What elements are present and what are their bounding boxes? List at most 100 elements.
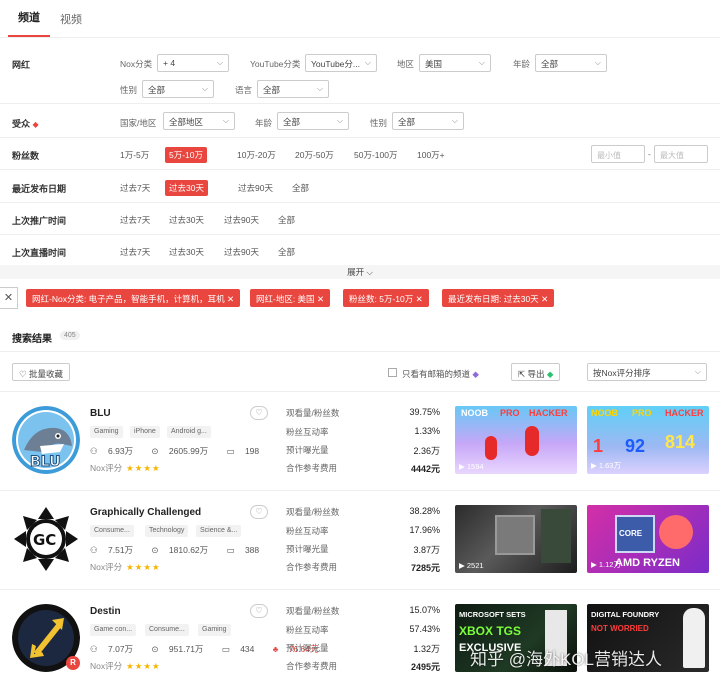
filter-chip-followers[interactable]: 粉丝数: 5万-10万 ✕: [343, 289, 429, 307]
email-only-checkbox[interactable]: [388, 368, 397, 377]
videos-stat: ▭ 388: [226, 545, 260, 555]
channel-name[interactable]: BLU: [90, 408, 111, 419]
metric-label: 观看量/粉丝数: [286, 507, 340, 517]
divider: [0, 103, 720, 104]
thumbnail-text: PRO: [632, 408, 652, 418]
registered-badge-icon: R: [66, 656, 80, 670]
last-live-option[interactable]: 过去7天: [120, 246, 150, 258]
metric-value: 4442元: [410, 464, 440, 474]
followers-option[interactable]: 10万-20万: [237, 149, 276, 161]
play-icon: ▶: [459, 462, 465, 471]
sort-select[interactable]: 按Nox评分排序 ⌵: [587, 363, 707, 381]
last-promo-option[interactable]: 全部: [278, 214, 295, 226]
results-count-badge: 405: [60, 331, 80, 340]
filter-chip-last-post[interactable]: 最近发布日期: 过去30天 ✕: [442, 289, 555, 307]
language-select[interactable]: 全部 ⌵: [257, 80, 329, 98]
filter-label-audience: 受众 ◆: [12, 119, 39, 129]
filter-label-last-promo: 上次推广时间: [12, 216, 67, 226]
svg-text:BLU: BLU: [30, 454, 60, 470]
chevron-down-icon: ⌵: [201, 84, 208, 93]
filter-panel: 网红 Nox分类 + 4 ⌵ YouTube分类 YouTube分... ⌵ 地区 …: [0, 39, 720, 264]
price-tag-icon: ♣: [272, 644, 279, 654]
channel-card[interactable]: BLU BLU ♡ Gaming iPhone Android g... ⚇ 6…: [0, 392, 720, 490]
last-live-option[interactable]: 过去30天: [169, 246, 204, 258]
channel-tag: Android g...: [167, 426, 211, 438]
thumbnail-text: NOT WORRIED: [591, 624, 649, 633]
export-button[interactable]: ⇱ 导出 ◆: [511, 363, 561, 381]
followers-option[interactable]: 100万+: [417, 149, 445, 161]
channel-card[interactable]: R Destin ♡ Game con... Consume... Gaming…: [0, 590, 720, 686]
video-thumbnail[interactable]: NOOB PRO HACKER 1 92 814 ▶ 1.63万: [587, 406, 709, 474]
youtube-category-select[interactable]: YouTube分... ⌵: [305, 54, 377, 72]
close-icon[interactable]: ✕: [317, 294, 324, 304]
audience-gender-label: 性别: [370, 118, 388, 128]
video-icon: ▭: [226, 446, 235, 456]
close-icon[interactable]: ✕: [227, 294, 234, 304]
video-thumbnail[interactable]: CORE AMD RYZEN ▶ 1.12万: [587, 505, 709, 573]
followers-max-input[interactable]: 最大值: [654, 145, 708, 163]
followers-option[interactable]: 50万-100万: [354, 149, 397, 161]
avatar[interactable]: GC: [12, 505, 80, 573]
channel-tag: iPhone: [130, 426, 160, 438]
audience-gender-select[interactable]: 全部 ⌵: [392, 112, 464, 130]
filter-label-followers: 粉丝数: [12, 151, 40, 161]
last-post-option[interactable]: 全部: [292, 182, 309, 194]
chevron-down-icon: ⌵: [364, 58, 371, 67]
heart-icon[interactable]: ♡: [250, 406, 268, 420]
channel-name[interactable]: Destin: [90, 606, 121, 617]
channel-name[interactable]: Graphically Challenged: [90, 507, 201, 518]
metric-value: 7285元: [410, 563, 440, 573]
metric-value: 17.96%: [409, 525, 440, 535]
last-post-option[interactable]: 过去90天: [238, 182, 273, 194]
followers-option[interactable]: 20万-50万: [295, 149, 334, 161]
thumbnail-text: HACKER: [529, 408, 568, 418]
video-thumbnail[interactable]: NOOB PRO HACKER ▶ 1594: [455, 406, 577, 474]
last-post-option-selected[interactable]: 过去30天: [165, 180, 208, 196]
followers-option-selected[interactable]: 5万-10万: [165, 147, 208, 163]
metric-value: 1.33%: [414, 426, 440, 436]
tab-channel[interactable]: 频道: [8, 9, 50, 37]
tab-video[interactable]: 视频: [50, 11, 92, 37]
expand-button[interactable]: 展开 ⌵: [0, 265, 720, 279]
last-promo-option[interactable]: 过去7天: [120, 214, 150, 226]
close-icon[interactable]: ✕: [416, 294, 423, 304]
gender-select[interactable]: 全部 ⌵: [142, 80, 214, 98]
chevron-down-icon: ⌵: [694, 367, 701, 376]
heart-icon[interactable]: ♡: [250, 604, 268, 618]
thumbnail-figure: [495, 515, 535, 555]
channel-tag: Gaming: [198, 624, 231, 636]
thumbnail-text: XBOX TGS: [459, 624, 522, 638]
followers-min-input[interactable]: 最小值: [591, 145, 645, 163]
avatar[interactable]: BLU: [12, 406, 80, 474]
region-select[interactable]: 美国 ⌵: [419, 54, 491, 72]
thumbnail-text: DIGITAL FOUNDRY: [591, 610, 660, 619]
thumbnail-figure: [525, 426, 539, 456]
channel-card[interactable]: GC Graphically Challenged ♡ Consume... T…: [0, 491, 720, 589]
nox-category-label: Nox分类: [120, 59, 153, 69]
audience-age-select[interactable]: 全部 ⌵: [277, 112, 349, 130]
metric-label: 合作参考费用: [286, 463, 338, 473]
thumbnail-text: AMD RYZEN: [615, 557, 680, 569]
filter-chip-nox-category[interactable]: 网红-Nox分类: 电子产品，智能手机，计算机，耳机 ✕: [26, 289, 241, 307]
age-select[interactable]: 全部 ⌵: [535, 54, 607, 72]
chevron-down-icon: ⌵: [216, 58, 223, 67]
followers-option[interactable]: 1万-5万: [120, 149, 149, 161]
country-select[interactable]: 全部地区 ⌵: [163, 112, 235, 130]
nox-category-select[interactable]: + 4 ⌵: [157, 54, 229, 72]
close-icon[interactable]: ✕: [541, 294, 548, 304]
youtube-category-label: YouTube分类: [250, 59, 301, 69]
people-icon: ⚇: [90, 446, 98, 456]
bulk-collect-button[interactable]: ♡ 批量收藏: [12, 363, 71, 381]
heart-icon[interactable]: ♡: [250, 505, 268, 519]
last-post-option[interactable]: 过去7天: [120, 182, 150, 194]
last-live-option[interactable]: 全部: [278, 246, 295, 258]
clear-filters-button[interactable]: ✕: [0, 287, 18, 309]
filter-chip-region[interactable]: 网红-地区: 美国 ✕: [250, 289, 331, 307]
last-live-option[interactable]: 过去90天: [224, 246, 259, 258]
video-thumbnail[interactable]: ▶ 2521: [455, 505, 577, 573]
thumbnail-text: 92: [625, 436, 646, 456]
last-promo-option[interactable]: 过去90天: [224, 214, 259, 226]
channel-tag: Technology: [145, 525, 189, 537]
last-promo-option[interactable]: 过去30天: [169, 214, 204, 226]
filter-label-kol: 网红: [12, 60, 31, 70]
